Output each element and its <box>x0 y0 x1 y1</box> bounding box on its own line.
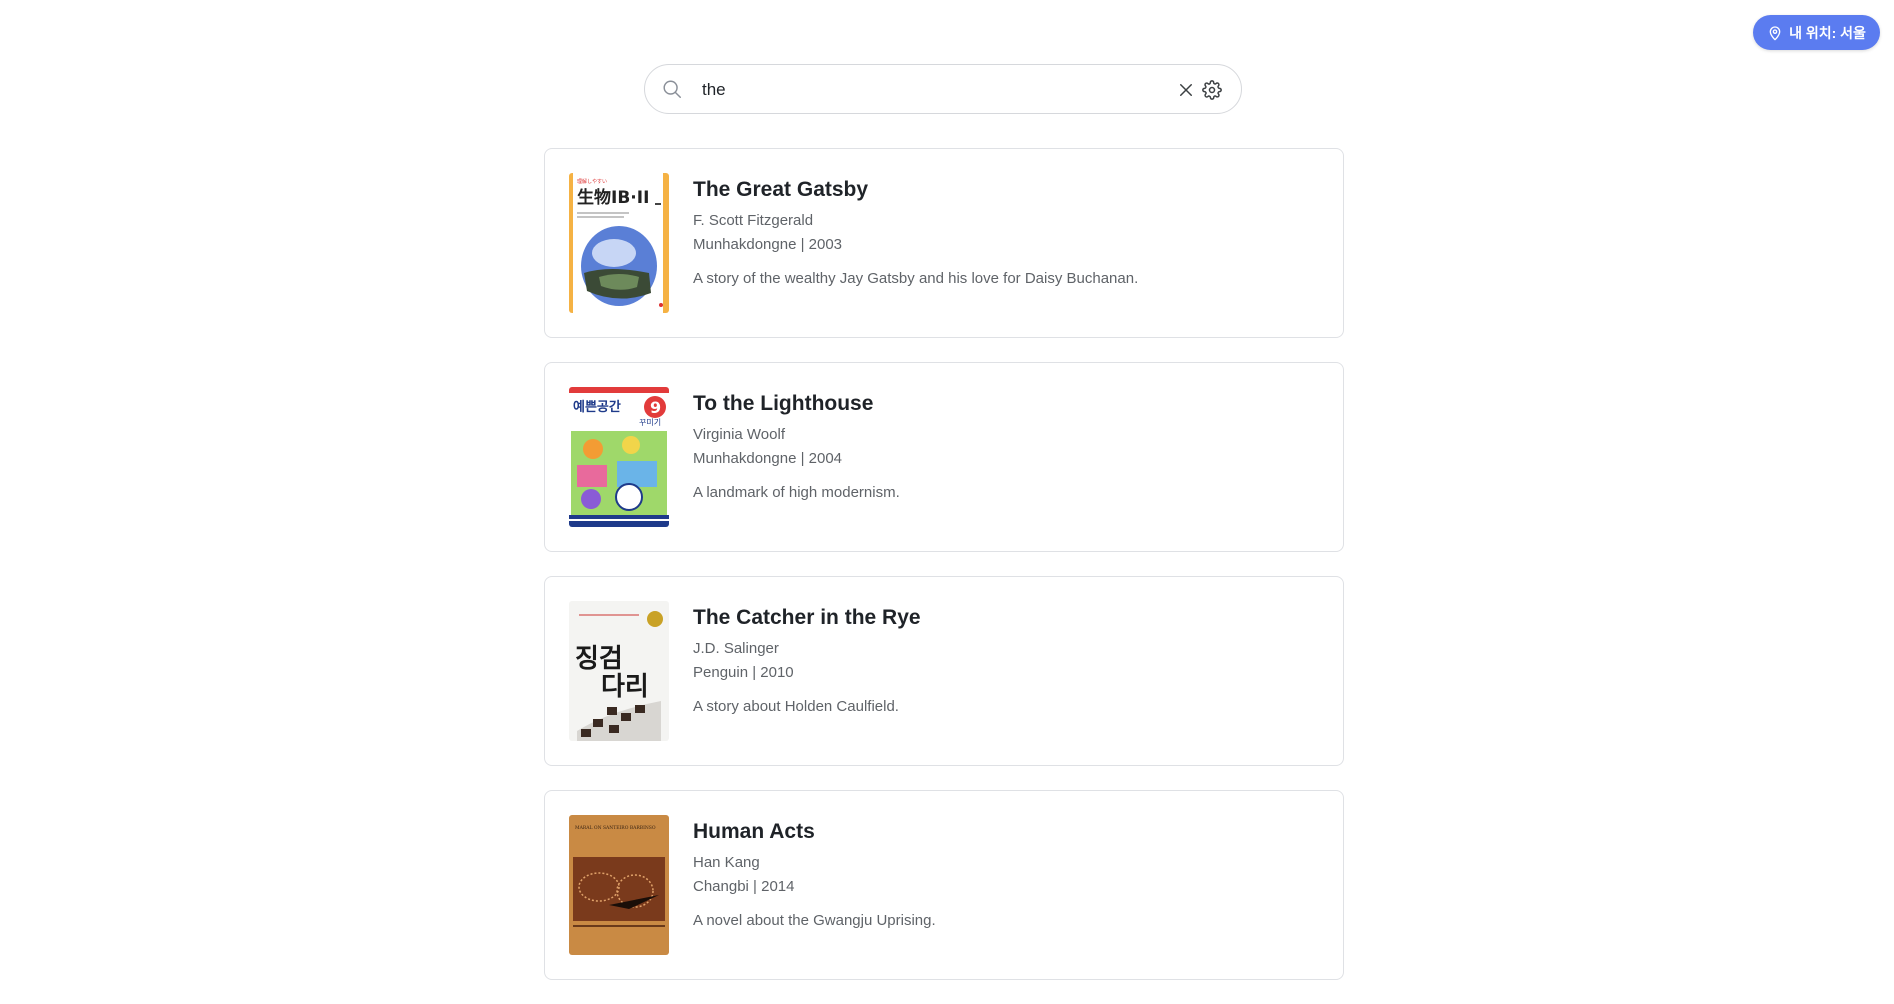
book-cover: MARAL ON SANTEIRO BARBINSO <box>569 815 669 955</box>
book-author: Virginia Woolf <box>693 426 785 443</box>
book-author: J.D. Salinger <box>693 640 779 657</box>
book-title[interactable]: The Catcher in the Rye <box>693 603 1313 633</box>
book-author: F. Scott Fitzgerald <box>693 212 814 229</box>
cover-title-line2: 다리 <box>601 672 649 702</box>
book-card[interactable]: 징검 다리 The Catcher in the Rye J.D. Saling… <box>544 576 1344 766</box>
cover-top-text: MARAL ON SANTEIRO BARBINSO <box>575 825 656 831</box>
cover-subtitle: 꾸미기 <box>639 418 661 427</box>
book-publisher: Changbi | 2014 <box>693 878 795 895</box>
search-input[interactable] <box>700 75 1104 105</box>
location-button[interactable]: 내 위치: 서울 <box>1753 15 1880 50</box>
book-description: A story of the wealthy Jay Gatsby and hi… <box>693 270 1139 287</box>
book-author: Han Kang <box>693 854 760 871</box>
location-label: 내 위치: 서울 <box>1789 24 1866 41</box>
book-description: A story about Holden Caulfield. <box>693 698 899 715</box>
book-card[interactable]: 예쁜공간 9 꾸미기 To the Lighthouse Virginia Wo… <box>544 362 1344 552</box>
book-cover: 예쁜공간 9 꾸미기 <box>569 387 669 527</box>
book-publisher: Munhakdongne | 2004 <box>693 450 843 467</box>
book-title[interactable]: The Great Gatsby <box>693 175 1313 205</box>
clear-icon[interactable] <box>1177 81 1195 99</box>
book-title[interactable]: To the Lighthouse <box>693 389 1313 419</box>
cover-title-line1: 징검 <box>575 644 623 674</box>
book-card[interactable]: 理解しやすい 生物IB·II The Great Gatsby F. Scott… <box>544 148 1344 338</box>
search-results: 理解しやすい 生物IB·II The Great Gatsby F. Scott… <box>544 148 1344 1004</box>
book-cover: 징검 다리 <box>569 601 669 741</box>
cover-title: 예쁜공간 <box>573 399 621 415</box>
cover-title: 生物IB·II <box>577 187 649 208</box>
book-card[interactable]: MARAL ON SANTEIRO BARBINSO Human Acts Ha… <box>544 790 1344 980</box>
book-title[interactable]: Human Acts <box>693 817 1313 847</box>
book-cover: 理解しやすい 生物IB·II <box>569 173 669 313</box>
search-bar <box>644 64 1242 114</box>
cover-top-text: 理解しやすい <box>577 178 607 185</box>
gear-icon[interactable] <box>1202 80 1222 100</box>
search-icon <box>663 80 681 98</box>
book-publisher: Penguin | 2010 <box>693 664 794 681</box>
book-publisher: Munhakdongne | 2003 <box>693 236 843 253</box>
book-description: A novel about the Gwangju Uprising. <box>693 912 936 929</box>
book-description: A landmark of high modernism. <box>693 484 900 501</box>
cover-number: 9 <box>650 398 661 417</box>
map-pin-icon <box>1769 25 1781 40</box>
